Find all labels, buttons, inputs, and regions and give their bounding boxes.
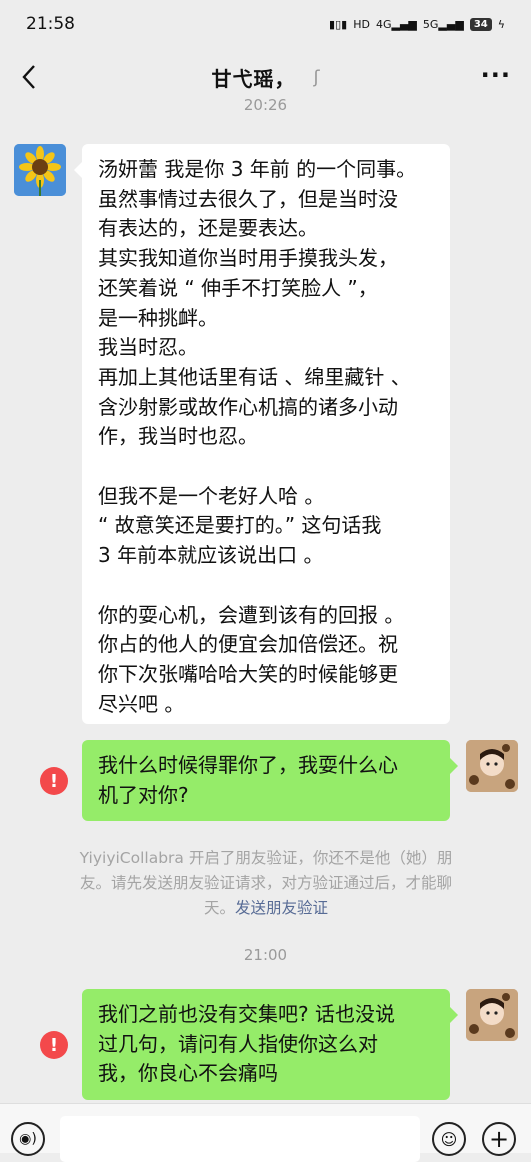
message-input[interactable] — [60, 1116, 420, 1162]
signal-4g-icon: 4G▂▄▆ — [375, 17, 417, 31]
friend-verification-notice: YiyiyiCollabra 开启了朋友验证，你还不是他（她）朋 友。请先发送朋… — [40, 846, 492, 921]
chevron-left-icon — [22, 65, 35, 89]
charging-icon: ϟ — [497, 17, 505, 31]
my-avatar[interactable] — [466, 740, 518, 792]
message-line: 3 年前本就应该说出口 。 — [98, 543, 324, 568]
message-line: 过几句，请问有人指使你这么对 — [98, 1031, 378, 1056]
message-line: 作，我当时也忍。 — [98, 424, 258, 449]
message-line: 其实我知道你当时用手摸我头发， — [98, 246, 398, 271]
message-line: 汤妍蕾 我是你 3 年前 的一个同事。 — [98, 157, 417, 181]
notice-line: YiyiyiCollabra 开启了朋友验证，你还不是他（她）朋 — [79, 849, 453, 867]
status-icons: ▮▯▮ HD 4G▂▄▆ 5G▂▄▆ 34 ϟ — [329, 17, 505, 31]
send-failed-icon[interactable]: ! — [40, 767, 68, 795]
message-line: 你下次张嘴哈哈大笑的时候能够更 — [98, 661, 398, 686]
back-button[interactable] — [14, 60, 44, 94]
message-line — [98, 571, 434, 601]
message-line: 我什么时候得罪你了，我耍什么心 — [98, 753, 398, 777]
emoji-icon: ☺ — [440, 1129, 458, 1149]
send-verification-link[interactable]: 发送朋友验证 — [235, 899, 328, 917]
status-bar: 21:58 ▮▯▮ HD 4G▂▄▆ 5G▂▄▆ 34 ϟ — [0, 0, 531, 48]
my-avatar[interactable] — [466, 989, 518, 1041]
timestamp: 20:26 — [243, 96, 288, 114]
message-line: 尽兴吧 。 — [98, 691, 185, 716]
contact-avatar[interactable] — [14, 144, 66, 196]
signal-5g-icon: 5G▂▄▆ — [422, 17, 464, 31]
baby-avatar-icon — [466, 740, 518, 792]
chat-title: 甘弋瑶， — [211, 66, 296, 91]
message-line: 还笑着说 “ 伸手不打笑脸人 ”， — [98, 275, 378, 300]
message-line: 再加上其他话里有话 、绵里藏针 、 — [98, 364, 411, 389]
emoji-button[interactable]: ☺ — [432, 1122, 466, 1156]
notice-line: 天。 — [203, 899, 235, 917]
message-bubble-received[interactable]: 汤妍蕾 我是你 3 年前 的一个同事。 虽然事情过去很久了，但是当时没 有表达的… — [74, 144, 450, 724]
chat-input-bar: ◉) ☺ + — [0, 1103, 531, 1162]
ear-icon: ʃ — [313, 66, 320, 88]
more-button[interactable]: ··· — [481, 62, 511, 88]
message-bubble-sent[interactable]: 我什么时候得罪你了，我耍什么心 机了对你? — [82, 740, 458, 822]
message-line: 但我不是一个老好人哈 。 — [98, 483, 325, 508]
signal-4g-label: 4G — [375, 17, 392, 31]
voice-icon: ◉) — [19, 1131, 37, 1147]
message-bubble-sent[interactable]: 我们之前也没有交集吧? 话也没说 过几句，请问有人指使你这么对 我，你良心不会痛… — [82, 989, 458, 1101]
battery-icon: 34 — [469, 17, 492, 31]
message-line: 我，你良心不会痛吗 — [98, 1061, 278, 1086]
vibrate-icon: ▮▯▮ — [329, 17, 348, 31]
message-line: 你占的他人的便宜会加倍偿还。祝 — [98, 632, 398, 657]
send-failed-icon[interactable]: ! — [40, 1031, 68, 1059]
plus-icon: + — [488, 1125, 510, 1153]
message-line: 机了对你? — [98, 782, 189, 807]
more-functions-button[interactable]: + — [482, 1122, 516, 1156]
message-line: 你的耍心机，会遭到该有的回报 。 — [98, 602, 405, 627]
message-line — [98, 452, 434, 482]
hd-label: HD — [353, 17, 370, 31]
message-line: 是一种挑衅。 — [98, 305, 218, 330]
sunflower-avatar-icon — [14, 144, 66, 196]
message-line: 我当时忍。 — [98, 335, 198, 360]
message-line: 有表达的，还是要表达。 — [98, 216, 318, 241]
signal-5g-label: 5G — [422, 17, 439, 31]
timestamp: 21:00 — [243, 946, 288, 964]
message-line: 虽然事情过去很久了，但是当时没 — [98, 186, 398, 211]
message-line: “ 故意笑还是要打的。” 这句话我 — [98, 513, 382, 538]
baby-avatar-icon — [466, 989, 518, 1041]
status-time: 21:58 — [26, 14, 75, 34]
message-line: 我们之前也没有交集吧? 话也没说 — [98, 1002, 395, 1026]
notice-line: 友。请先发送朋友验证请求，对方验证通过后，才能聊 — [79, 874, 452, 892]
message-line: 含沙射影或故作心机搞的诸多小动 — [98, 394, 398, 419]
voice-button[interactable]: ◉) — [11, 1122, 45, 1156]
